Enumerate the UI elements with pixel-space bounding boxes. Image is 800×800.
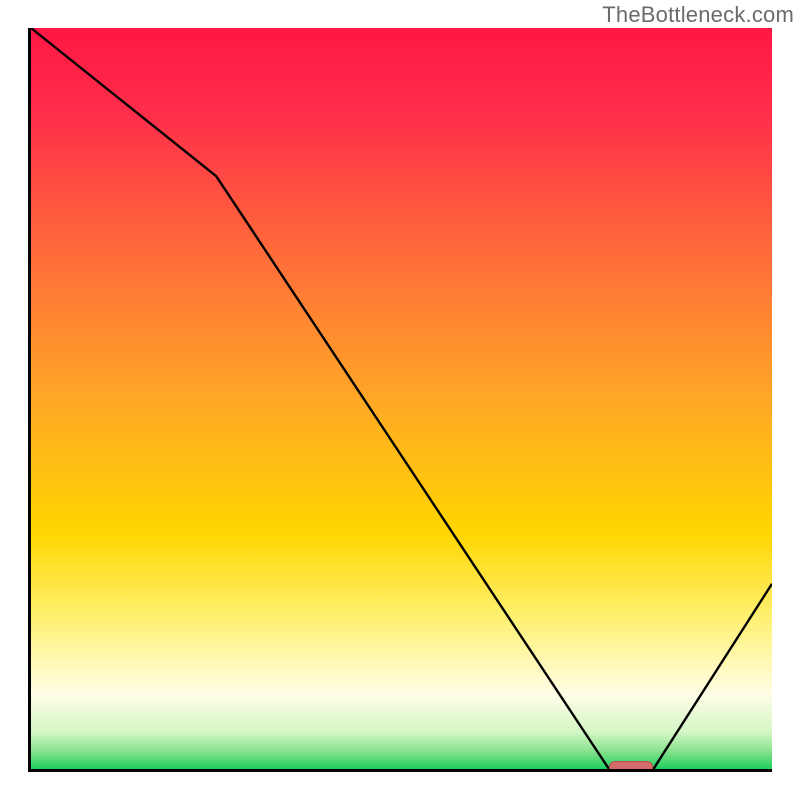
optimal-range-marker [609,761,653,772]
watermark-text: TheBottleneck.com [602,2,794,28]
chart-frame: TheBottleneck.com [0,0,800,800]
plot-area [28,28,772,772]
bottleneck-curve [31,28,772,769]
curve-path [31,28,772,769]
